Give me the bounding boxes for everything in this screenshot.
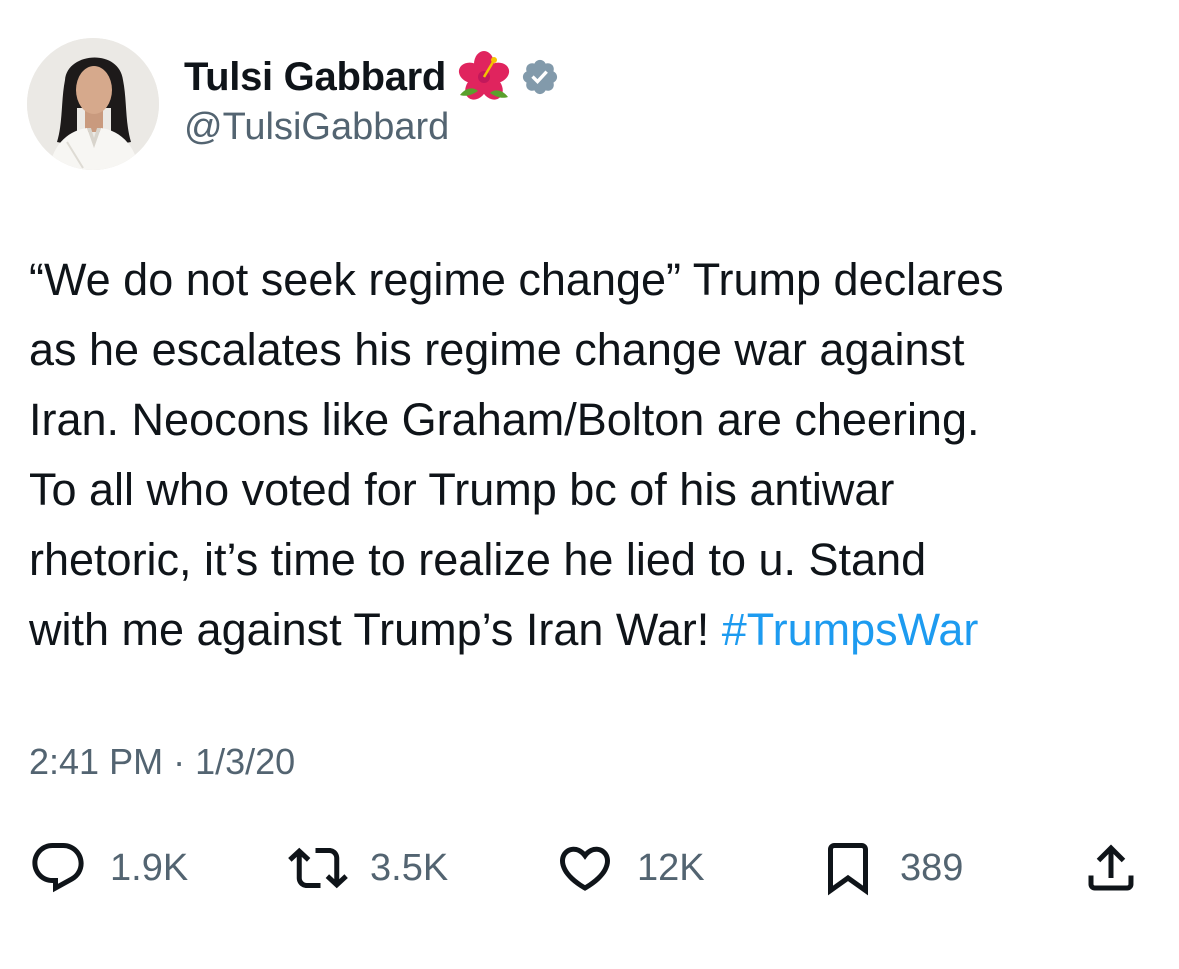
- meta-separator: ·: [163, 741, 196, 782]
- like-count: 12K: [637, 846, 705, 889]
- author-handle[interactable]: @TulsiGabbard: [184, 106, 449, 149]
- share-button[interactable]: [1081, 838, 1141, 898]
- repost-button[interactable]: 3.5K: [288, 838, 448, 898]
- verified-badge-icon[interactable]: [520, 57, 560, 97]
- display-name[interactable]: Tulsi Gabbard: [184, 55, 446, 100]
- avatar[interactable]: [27, 38, 159, 170]
- reply-icon: [32, 843, 84, 893]
- tweet-text-line: Iran. Neocons like Graham/Bolton are che…: [29, 394, 980, 445]
- repost-count: 3.5K: [370, 846, 449, 889]
- heart-icon: [559, 846, 611, 891]
- like-button[interactable]: 12K: [555, 838, 705, 898]
- reply-button[interactable]: 1.9K: [28, 838, 188, 898]
- tweet-text-line: with me against Trump’s Iran War!: [29, 604, 722, 655]
- hibiscus-flower-icon: [456, 51, 512, 103]
- tweet-time: 2:41 PM: [29, 741, 164, 782]
- tweet-date: 1/3/20: [195, 741, 296, 782]
- avatar-portrait: [27, 38, 159, 170]
- share-icon: [1088, 844, 1134, 891]
- tweet-timestamp[interactable]: 2:41 PM · 1/3/20: [29, 741, 295, 783]
- reply-count: 1.9K: [110, 846, 189, 889]
- hashtag-link[interactable]: #TrumpsWar: [722, 604, 979, 655]
- action-bar: 1.9K 3.5K 12K 389: [0, 838, 1179, 898]
- bookmark-count: 389: [900, 846, 964, 889]
- tweet-text-line: as he escalates his regime change war ag…: [29, 324, 965, 375]
- tweet-text-line: To all who voted for Trump bc of his ant…: [29, 464, 895, 515]
- tweet-text: “We do not seek regime change” Trump dec…: [29, 245, 1154, 665]
- tweet-text-line: “We do not seek regime change” Trump dec…: [29, 254, 1004, 305]
- bookmark-button[interactable]: 389: [818, 838, 963, 898]
- tweet-text-line: rhetoric, it’s time to realize he lied t…: [29, 534, 927, 585]
- tweet-text-last-line: with me against Trump’s Iran War! #Trump…: [29, 595, 1154, 665]
- bookmark-icon: [828, 843, 868, 896]
- tweet-card: Tulsi Gabbard @TulsiGabbard “We do not s…: [0, 0, 1179, 969]
- repost-icon: [288, 847, 348, 889]
- author-name-row: Tulsi Gabbard: [184, 51, 560, 103]
